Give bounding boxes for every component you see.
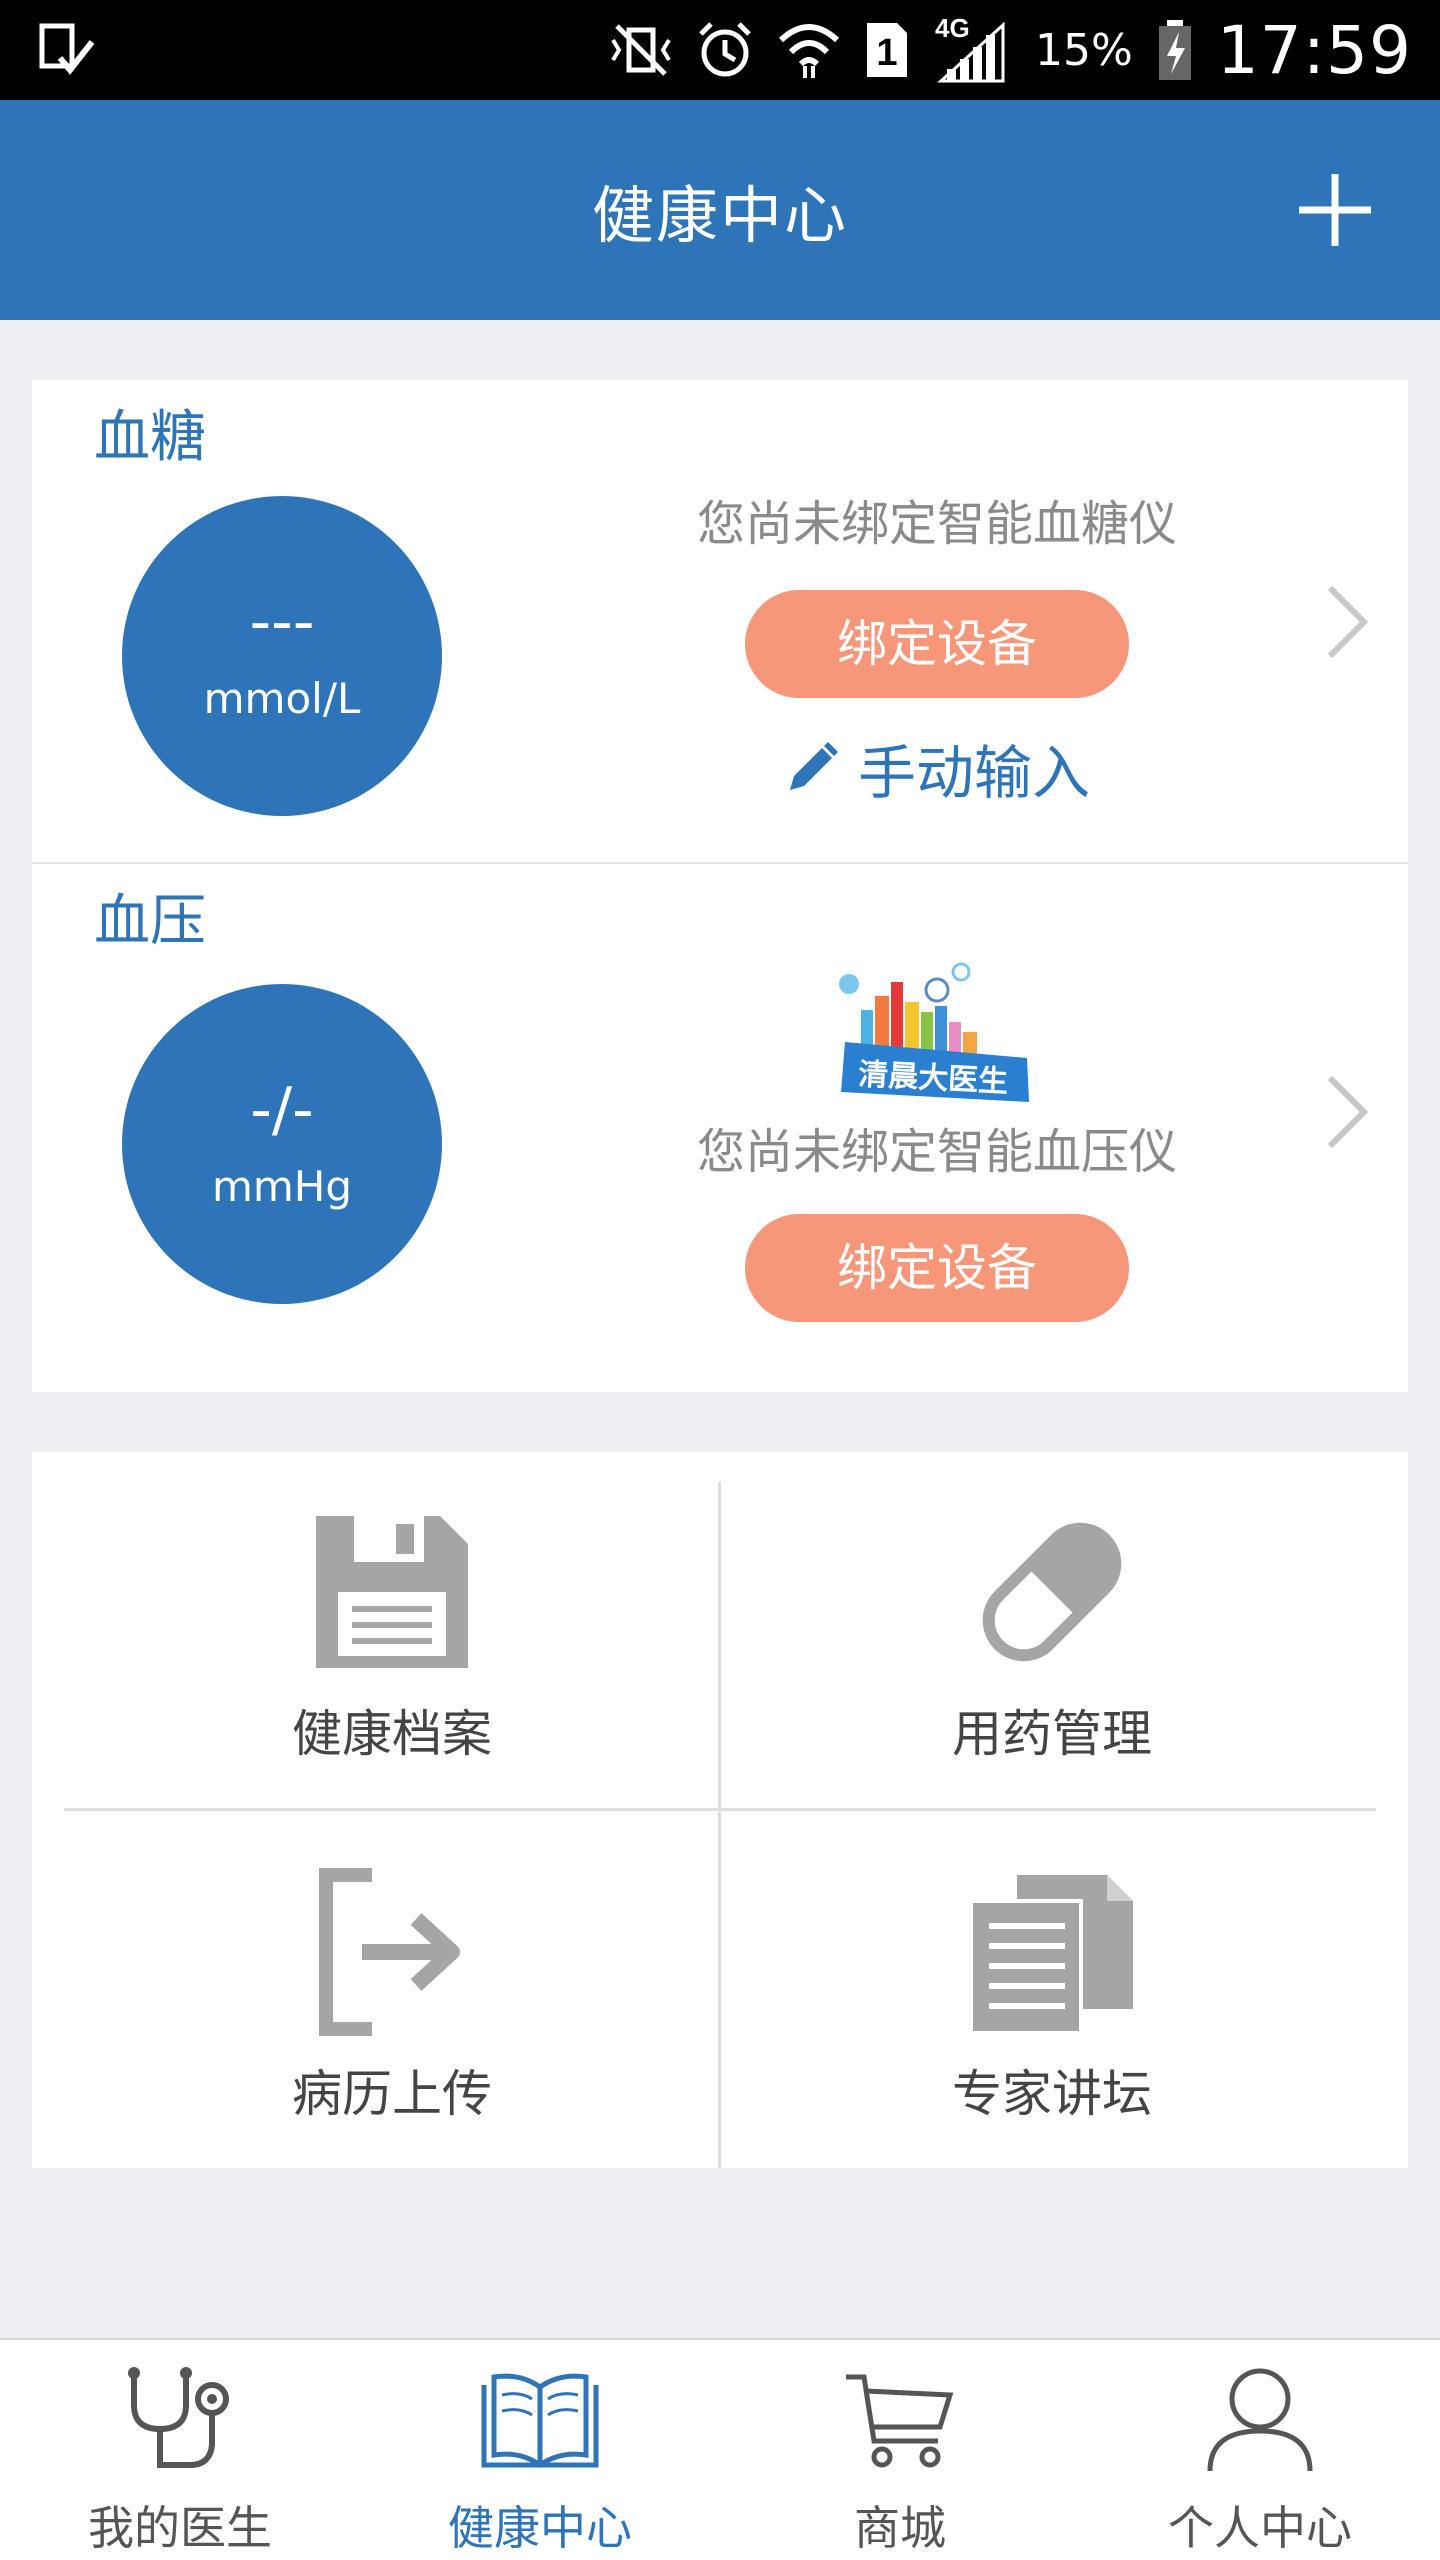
signal-icon: 4G	[933, 15, 1013, 85]
pencil-icon	[789, 742, 838, 790]
bottom-nav: 我的医生 健康中心 商城 个人中心	[0, 2338, 1440, 2560]
pill-icon	[952, 1492, 1152, 1692]
nav-label: 健康中心	[448, 2501, 632, 2555]
nav-my-doctor[interactable]: 我的医生	[0, 2340, 360, 2560]
blood-sugar-hint: 您尚未绑定智能血糖仪	[696, 496, 1177, 552]
metrics-card: 血糖 --- mmol/L 您尚未绑定智能血糖仪 绑定设备 手动输入 血压 -/…	[32, 380, 1408, 1392]
blood-sugar-title: 血糖	[94, 405, 206, 470]
alarm-icon	[695, 20, 755, 80]
svg-text:4G: 4G	[935, 15, 970, 43]
blood-sugar-chevron-icon[interactable]	[1322, 582, 1372, 662]
wifi-icon	[777, 20, 841, 80]
nav-label: 商城	[854, 2501, 946, 2555]
device-check-icon	[36, 20, 96, 80]
nav-health-center[interactable]: 健康中心	[360, 2340, 720, 2560]
documents-icon	[952, 1852, 1152, 2052]
sim-icon: 1	[863, 19, 911, 81]
grid-item-expert-forum[interactable]: 专家讲坛	[724, 1812, 1380, 2170]
blood-pressure-gauge: -/- mmHg	[122, 984, 442, 1304]
bind-bp-monitor-button[interactable]: 绑定设备	[745, 1214, 1129, 1322]
blood-sugar-unit: mmol/L	[203, 674, 361, 723]
nav-label: 个人中心	[1168, 2501, 1352, 2555]
grid-item-label: 用药管理	[952, 1705, 1152, 1763]
manual-input-label: 手动输入	[857, 739, 1090, 807]
status-bar: 1 4G 15% 17:59	[0, 0, 1440, 100]
stethoscope-icon	[120, 2360, 240, 2480]
nav-shop[interactable]: 商城	[720, 2340, 1080, 2560]
blood-pressure-hint: 您尚未绑定智能血压仪	[696, 1124, 1177, 1180]
battery-charging-icon	[1155, 18, 1195, 82]
add-button[interactable]	[1290, 165, 1380, 255]
clock: 17:59	[1216, 11, 1412, 89]
feature-grid: 健康档案 用药管理 病历上传 专家讲坛	[32, 1452, 1408, 2168]
grid-item-label: 专家讲坛	[952, 2065, 1152, 2123]
grid-item-health-records[interactable]: 健康档案	[64, 1452, 720, 1810]
person-icon	[1200, 2360, 1320, 2480]
blood-sugar-actions: 您尚未绑定智能血糖仪 绑定设备 手动输入	[592, 484, 1282, 810]
plus-icon	[1299, 174, 1371, 246]
blood-pressure-unit: mmHg	[211, 1162, 353, 1211]
grid-item-medication[interactable]: 用药管理	[724, 1452, 1380, 1810]
nav-label: 我的医生	[88, 2501, 272, 2555]
blood-pressure-actions: 清晨大医生 您尚未绑定智能血压仪 绑定设备	[592, 962, 1282, 1322]
nav-personal-center[interactable]: 个人中心	[1080, 2340, 1440, 2560]
grid-item-label: 病历上传	[292, 2065, 492, 2123]
app-header: 健康中心	[0, 100, 1440, 320]
floppy-disk-icon	[292, 1492, 492, 1692]
manual-input-button[interactable]: 手动输入	[784, 726, 1090, 810]
blood-pressure-value: -/-	[250, 1075, 314, 1145]
city-logo-icon: 清晨大医生	[839, 962, 1029, 1102]
battery-percent: 15%	[1035, 24, 1133, 76]
blood-sugar-section[interactable]: 血糖 --- mmol/L 您尚未绑定智能血糖仪 绑定设备 手动输入	[32, 380, 1408, 864]
page-title: 健康中心	[591, 179, 848, 252]
grid-item-label: 健康档案	[292, 1705, 492, 1763]
blood-sugar-value: ---	[249, 587, 315, 657]
blood-pressure-title: 血压	[94, 889, 206, 954]
book-icon	[480, 2360, 600, 2480]
upload-exit-icon	[292, 1852, 492, 2052]
cart-icon	[840, 2360, 960, 2480]
bind-glucometer-button[interactable]: 绑定设备	[745, 590, 1129, 698]
blood-sugar-gauge: --- mmol/L	[122, 496, 442, 816]
svg-text:1: 1	[876, 32, 897, 74]
vibrate-mute-icon	[609, 22, 673, 78]
blood-pressure-chevron-icon[interactable]	[1322, 1072, 1372, 1152]
partner-logo: 清晨大医生	[592, 962, 1282, 1112]
blood-pressure-section[interactable]: 血压 -/- mmHg 清晨大医生 您尚未绑定智能血压仪 绑定设备	[32, 866, 1408, 1392]
grid-item-record-upload[interactable]: 病历上传	[64, 1812, 720, 2170]
